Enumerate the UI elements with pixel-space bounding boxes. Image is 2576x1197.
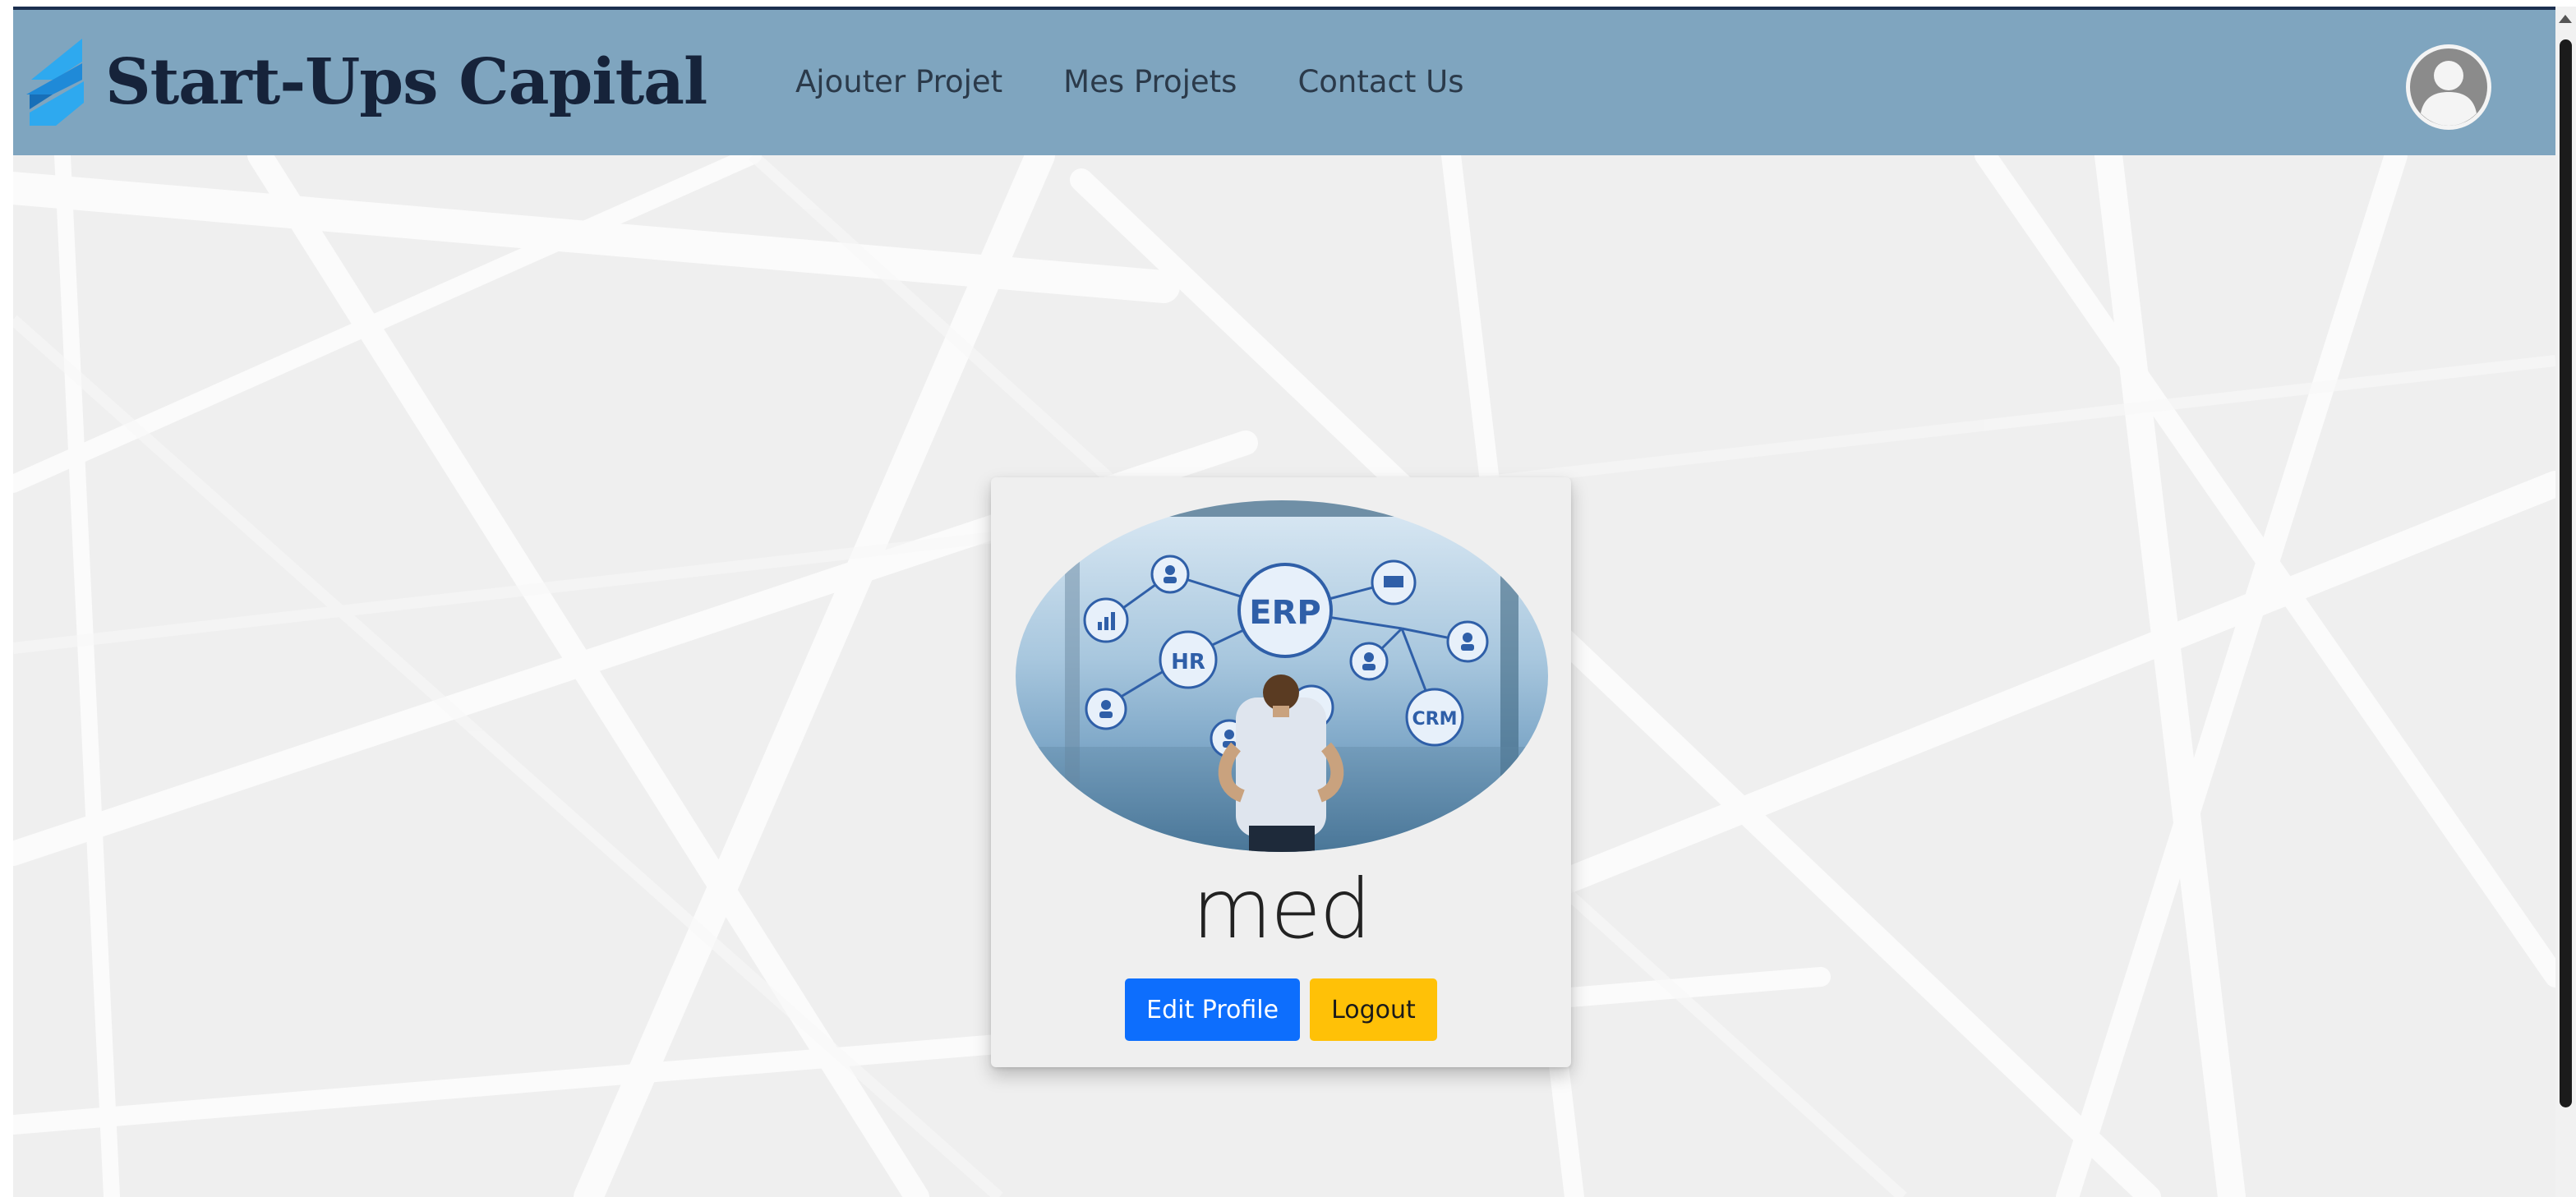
nav-links: Ajouter Projet Mes Projets Contact Us bbox=[795, 64, 1464, 99]
nav-link-ajouter-projet[interactable]: Ajouter Projet bbox=[795, 64, 1002, 99]
profile-card: ERP HR CRM med Edit Profile Logout bbox=[991, 477, 1571, 1067]
hr-label: HR bbox=[1171, 650, 1205, 674]
edit-profile-button[interactable]: Edit Profile bbox=[1125, 978, 1301, 1041]
navbar: Start-Ups Capital Ajouter Projet Mes Pro… bbox=[13, 10, 2555, 155]
stacked-layers-logo-icon bbox=[26, 39, 84, 126]
nav-link-mes-projets[interactable]: Mes Projets bbox=[1063, 64, 1237, 99]
user-avatar-icon[interactable] bbox=[2404, 43, 2493, 131]
logout-button[interactable]: Logout bbox=[1310, 978, 1437, 1041]
main-content: ERP HR CRM med Edit Profile Logout bbox=[13, 155, 2555, 1197]
vertical-scrollbar[interactable] bbox=[2555, 7, 2576, 1197]
erp-label: ERP bbox=[1249, 594, 1320, 632]
scroll-up-arrow-icon[interactable] bbox=[2559, 15, 2572, 23]
brand-name: Start-Ups Capital bbox=[105, 45, 707, 119]
profile-actions: Edit Profile Logout bbox=[991, 978, 1571, 1041]
profile-image: ERP HR CRM bbox=[1016, 500, 1548, 852]
profile-username: med bbox=[1191, 861, 1371, 957]
crm-label: CRM bbox=[1412, 709, 1458, 730]
scrollbar-thumb[interactable] bbox=[2560, 39, 2572, 1107]
nav-link-contact-us[interactable]: Contact Us bbox=[1297, 64, 1463, 99]
brand[interactable]: Start-Ups Capital bbox=[25, 33, 707, 131]
